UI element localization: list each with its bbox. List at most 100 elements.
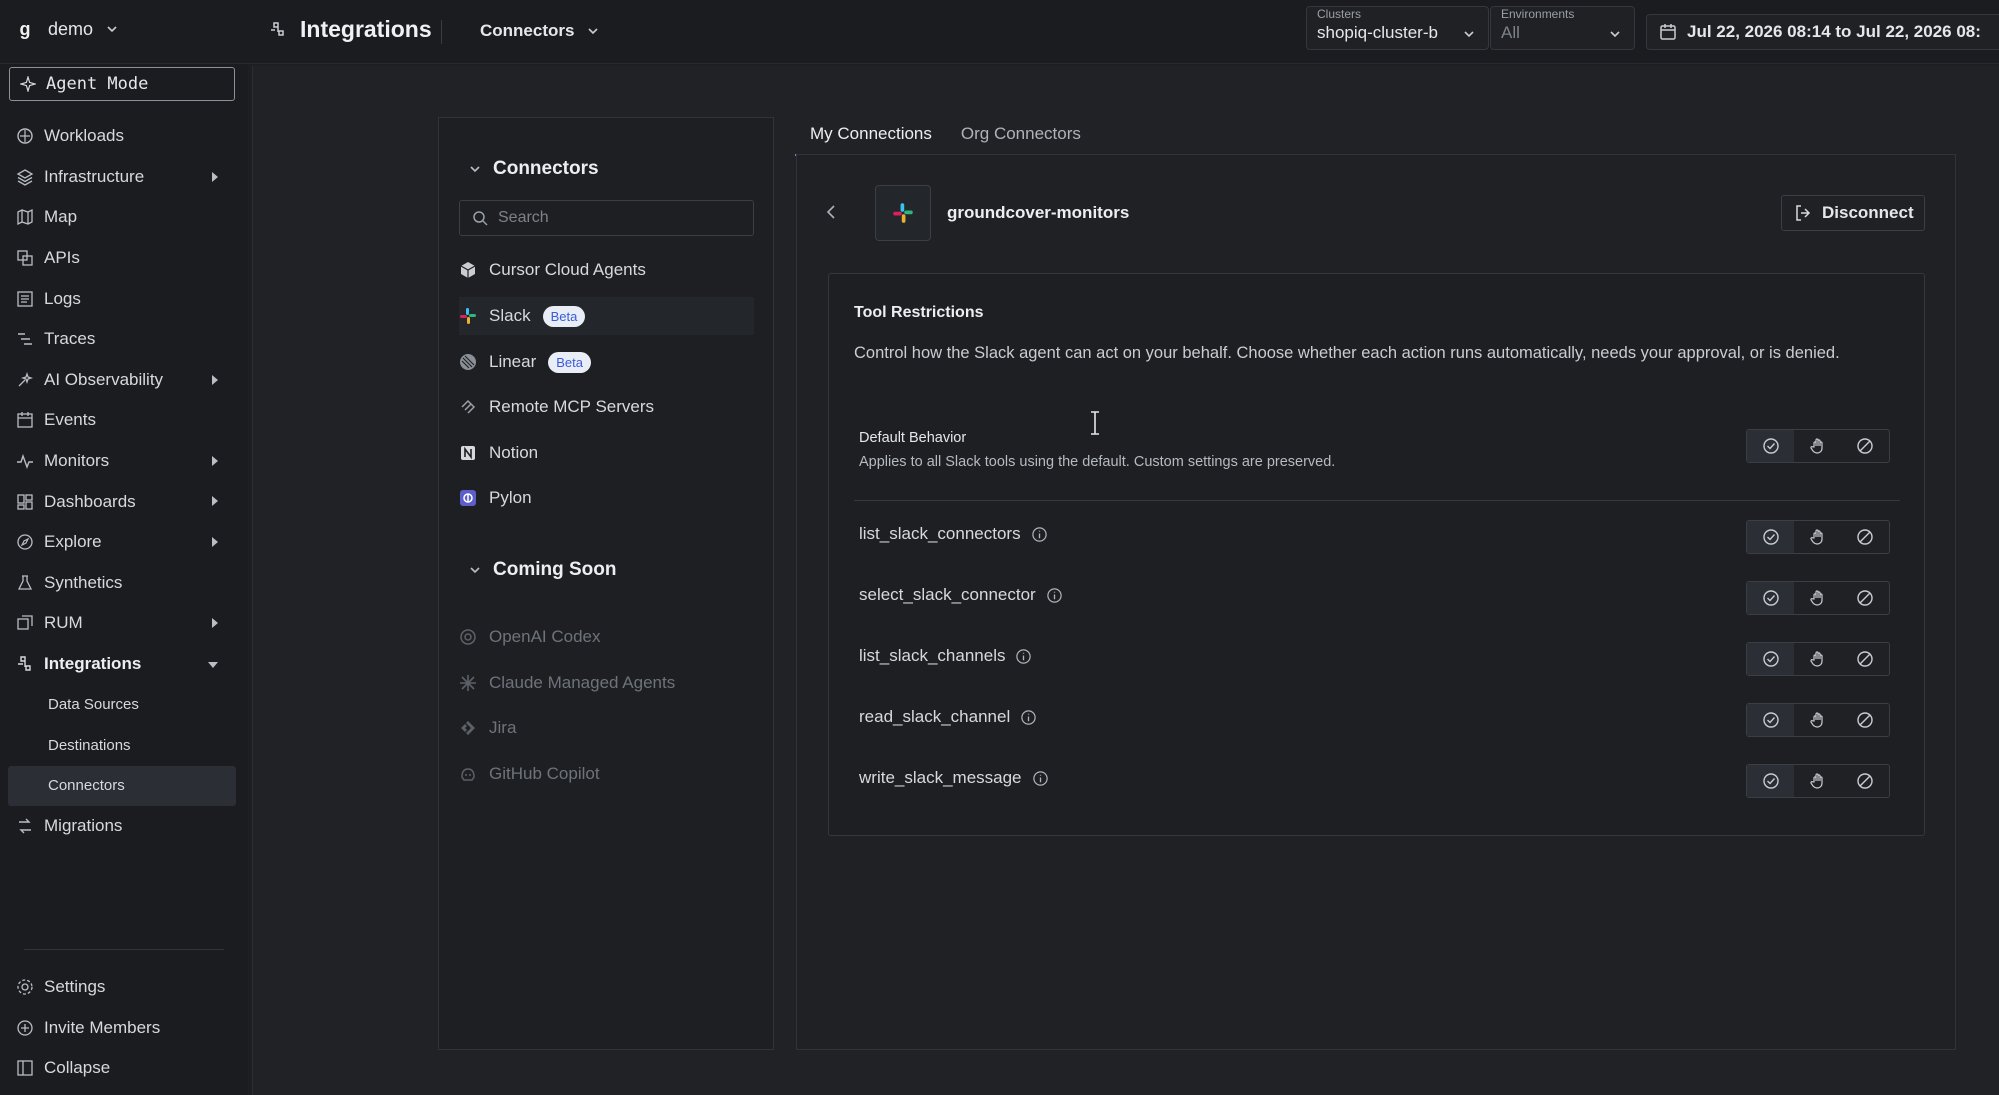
approval-hand-icon[interactable] [1794, 704, 1841, 736]
approval-hand-icon[interactable] [1794, 430, 1841, 462]
info-icon[interactable] [1015, 648, 1032, 665]
disconnect-label: Disconnect [1822, 203, 1914, 222]
sidebar-subitem-connectors[interactable]: Connectors [8, 765, 236, 807]
connectors-heading: Connectors [493, 158, 599, 179]
connector-item-slack[interactable]: Slack Beta [459, 297, 754, 335]
sidebar-item-label: Dashboards [44, 491, 136, 511]
tab-org-connectors[interactable]: Org Connectors [946, 114, 1095, 156]
allow-check-icon[interactable] [1747, 521, 1795, 553]
approval-hand-icon[interactable] [1794, 521, 1841, 553]
sidebar-item-workloads[interactable]: Workloads [0, 116, 248, 157]
sidebar-item-label: Infrastructure [44, 166, 145, 186]
allow-check-icon[interactable] [1747, 582, 1795, 614]
environments-select[interactable]: Environments All [1490, 6, 1635, 50]
sidebar-item-logs[interactable]: Logs [0, 278, 248, 319]
section-dropdown[interactable]: Connectors [480, 21, 600, 41]
sidebar-item-settings[interactable]: Settings [0, 967, 248, 1008]
sidebar-item-invite-members[interactable]: Invite Members [0, 1008, 248, 1049]
plus-circle-icon [16, 1019, 34, 1037]
sidebar-subitem-destinations[interactable]: Destinations [0, 725, 248, 766]
approval-hand-icon[interactable] [1794, 765, 1841, 797]
sidebar-item-dashboards[interactable]: Dashboards [0, 481, 248, 522]
deny-ban-icon[interactable] [1842, 582, 1889, 614]
sidebar-item-synthetics[interactable]: Synthetics [0, 563, 248, 604]
connector-item-linear[interactable]: Linear Beta [459, 343, 592, 381]
beta-badge: Beta [548, 351, 592, 373]
deny-ban-icon[interactable] [1842, 765, 1889, 797]
sidebar-item-events[interactable]: Events [0, 400, 248, 441]
connector-item-notion[interactable]: Notion [459, 434, 538, 472]
page-title: Integrations [268, 16, 432, 43]
allow-check-icon[interactable] [1747, 430, 1795, 462]
connector-item-cursor[interactable]: Cursor Cloud Agents [459, 251, 646, 289]
sidebar-item-rum[interactable]: RUM [0, 603, 248, 644]
sidebar-divider [24, 949, 224, 950]
info-icon[interactable] [1032, 770, 1049, 787]
sidebar-item-label: Explore [44, 532, 102, 552]
sidebar-item-label: AI Observability [44, 369, 164, 389]
sidebar-item-ai-observability[interactable]: AI Observability [0, 360, 248, 401]
tool-row: write_slack_message [859, 768, 1049, 788]
sidebar-item-map[interactable]: Map [0, 197, 248, 238]
coming-soon-section-header[interactable]: Coming Soon [469, 559, 616, 581]
approval-hand-icon[interactable] [1794, 643, 1841, 675]
tool-permission-control [1746, 520, 1890, 554]
info-icon[interactable] [1020, 709, 1037, 726]
search-input[interactable]: Search [459, 200, 754, 236]
date-range-picker[interactable]: Jul 22, 2026 08:14 to Jul 22, 2026 08: [1646, 14, 1999, 50]
sidebar-item-label: RUM [44, 613, 83, 633]
sidebar-item-collapse[interactable]: Collapse [0, 1048, 248, 1089]
tool-name: list_slack_channels [859, 646, 1006, 665]
coming-soon-label: Claude Managed Agents [489, 673, 676, 692]
org-switcher[interactable]: g demo [14, 18, 119, 40]
tool-row: read_slack_channel [859, 707, 1037, 727]
agent-mode-button[interactable]: Agent Mode [9, 67, 235, 101]
sidebar-item-label: Workloads [44, 126, 124, 146]
allow-check-icon[interactable] [1747, 704, 1795, 736]
calendar-icon [16, 411, 34, 429]
migrations-icon [16, 817, 34, 835]
tool-permission-control [1746, 581, 1890, 615]
chevron-down-icon [470, 166, 480, 173]
tool-permission-control [1746, 764, 1890, 798]
tool-restrictions-title: Tool Restrictions [854, 304, 984, 321]
deny-ban-icon[interactable] [1842, 643, 1889, 675]
sidebar-item-infrastructure[interactable]: Infrastructure [0, 157, 248, 198]
sidebar-item-monitors[interactable]: Monitors [0, 441, 248, 482]
info-icon[interactable] [1031, 526, 1048, 543]
allow-check-icon[interactable] [1747, 643, 1795, 675]
sidebar-bottom-nav: Settings Invite Members Collapse [0, 967, 248, 1089]
sidebar-item-integrations[interactable]: Integrations [0, 644, 248, 685]
beta-badge: Beta [542, 305, 586, 327]
sidebar-item-apis[interactable]: APIs [0, 238, 248, 279]
deny-ban-icon[interactable] [1842, 521, 1889, 553]
default-behavior-control [1746, 429, 1890, 463]
sidebar-item-migrations[interactable]: Migrations [0, 806, 248, 847]
sidebar-item-traces[interactable]: Traces [0, 319, 248, 360]
slack-icon [893, 203, 913, 223]
tab-my-connections[interactable]: My Connections [795, 114, 946, 156]
chevron-right-icon [212, 536, 218, 547]
sidebar-subitem-data-sources[interactable]: Data Sources [0, 684, 248, 725]
back-chevron-icon[interactable] [825, 203, 837, 221]
search-icon [473, 211, 488, 226]
approval-hand-icon[interactable] [1794, 582, 1841, 614]
connectors-section-header[interactable]: Connectors [469, 158, 599, 180]
api-icon [16, 249, 34, 267]
chevron-down-icon [1464, 31, 1474, 38]
default-behavior-title: Default Behavior [859, 430, 967, 446]
environments-value: All [1501, 23, 1520, 42]
connector-item-remote-mcp[interactable]: Remote MCP Servers [459, 388, 654, 426]
clusters-select[interactable]: Clusters shopiq-cluster-b [1306, 6, 1489, 50]
deny-ban-icon[interactable] [1842, 430, 1889, 462]
chevron-down-icon [1610, 31, 1620, 38]
allow-check-icon[interactable] [1747, 765, 1795, 797]
connector-item-pylon[interactable]: Pylon [459, 479, 532, 517]
deny-ban-icon[interactable] [1842, 704, 1889, 736]
sidebar-item-explore[interactable]: Explore [0, 522, 248, 563]
info-icon[interactable] [1046, 587, 1063, 604]
chevron-right-icon [212, 374, 218, 385]
connector-label: Pylon [489, 488, 532, 507]
chevron-right-icon [212, 496, 218, 507]
disconnect-button[interactable]: Disconnect [1781, 195, 1925, 231]
